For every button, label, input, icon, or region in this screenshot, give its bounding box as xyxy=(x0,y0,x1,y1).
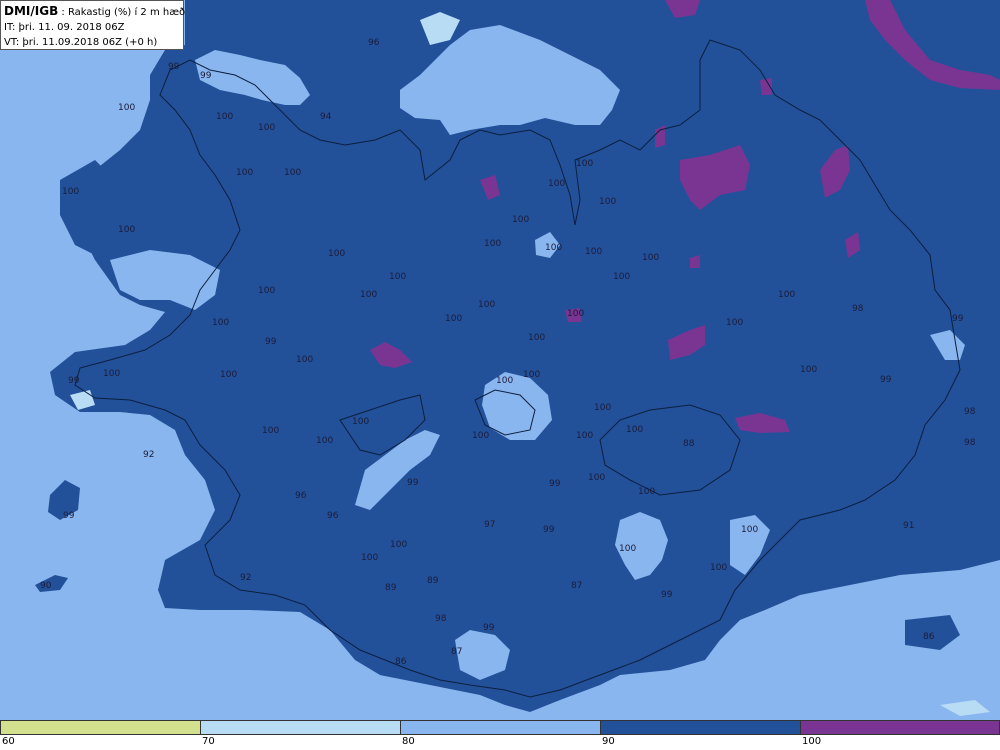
value-label: 100 xyxy=(296,355,313,365)
value-label: 100 xyxy=(594,403,611,413)
value-label: 100 xyxy=(118,103,135,113)
value-label: 100 xyxy=(778,290,795,300)
legend-bin-60-70 xyxy=(0,720,201,735)
value-label: 100 xyxy=(62,187,79,197)
value-label: 100 xyxy=(236,168,253,178)
value-label: 88 xyxy=(683,439,695,449)
legend-bin-100 xyxy=(800,720,1000,735)
value-label: 100 xyxy=(390,540,407,550)
value-label: 100 xyxy=(548,179,565,189)
value-label: 100 xyxy=(316,436,333,446)
value-label: 100 xyxy=(220,370,237,380)
value-label: 100 xyxy=(567,309,584,319)
value-label: 89 xyxy=(427,576,439,586)
value-label: 100 xyxy=(103,369,120,379)
value-label: 86 xyxy=(923,632,935,642)
value-label: 100 xyxy=(484,239,501,249)
value-label: 100 xyxy=(523,370,540,380)
map-info-box: DMI/IGB : Rakastig (%) í 2 m hæð IT: þri… xyxy=(0,0,186,50)
value-label: 96 xyxy=(295,491,307,501)
value-label: 99 xyxy=(880,375,892,385)
value-label: 97 xyxy=(484,520,495,530)
value-label: 92 xyxy=(143,450,154,460)
value-label: 99 xyxy=(68,376,80,386)
value-label: 87 xyxy=(451,647,462,657)
value-label: 100 xyxy=(619,544,636,554)
value-label: 100 xyxy=(512,215,529,225)
value-label: 100 xyxy=(638,487,655,497)
value-label: 100 xyxy=(478,300,495,310)
value-label: 90 xyxy=(40,581,52,591)
value-label: 100 xyxy=(613,272,630,282)
legend-tick: 90 xyxy=(602,736,615,747)
value-label: 99 xyxy=(952,314,964,324)
value-label: 99 xyxy=(407,478,419,488)
humidity-map: 96 99 99 100 100 94 100 100 100 100 100 … xyxy=(0,0,1000,720)
value-label: 100 xyxy=(389,272,406,282)
value-label: 100 xyxy=(741,525,758,535)
value-label: 98 xyxy=(964,407,976,417)
value-label: 100 xyxy=(496,376,513,386)
value-label: 99 xyxy=(200,71,212,81)
value-label: 100 xyxy=(710,563,727,573)
value-label: 100 xyxy=(118,225,135,235)
value-label: 98 xyxy=(435,614,447,624)
value-label: 100 xyxy=(545,243,562,253)
value-label: 100 xyxy=(472,431,489,441)
parameter-label: : Rakastig (%) í 2 m hæð xyxy=(61,7,186,18)
value-label: 100 xyxy=(599,197,616,207)
value-label: 94 xyxy=(320,112,332,122)
value-label: 100 xyxy=(212,318,229,328)
value-label: 86 xyxy=(395,657,407,667)
value-label: 99 xyxy=(543,525,555,535)
value-label: 99 xyxy=(549,479,561,489)
value-label: 87 xyxy=(571,581,582,591)
value-label: 100 xyxy=(726,318,743,328)
value-label: 100 xyxy=(361,553,378,563)
valid-time-label: VT: þri. 11.09.2018 06Z (+0 h) xyxy=(4,37,158,48)
value-label: 100 xyxy=(445,314,462,324)
value-label: 100 xyxy=(576,159,593,169)
legend-tick: 80 xyxy=(402,736,415,747)
value-label: 100 xyxy=(352,417,369,427)
value-label: 99 xyxy=(483,623,495,633)
value-label: 99 xyxy=(63,511,75,521)
value-label: 100 xyxy=(258,286,275,296)
value-label: 98 xyxy=(852,304,864,314)
legend-bin-80-90 xyxy=(400,720,601,735)
value-label: 100 xyxy=(626,425,643,435)
legend-bin-90-100 xyxy=(600,720,801,735)
value-label: 91 xyxy=(903,521,914,531)
value-label: 100 xyxy=(642,253,659,263)
value-label: 100 xyxy=(360,290,377,300)
legend-bin-70-80 xyxy=(200,720,401,735)
value-label: 96 xyxy=(327,511,339,521)
legend-tick: 100 xyxy=(802,736,822,747)
source-label: DMI/IGB xyxy=(4,4,59,18)
value-label: 98 xyxy=(964,438,976,448)
value-label: 100 xyxy=(328,249,345,259)
value-label: 100 xyxy=(528,333,545,343)
value-label: 100 xyxy=(284,168,301,178)
value-label: 100 xyxy=(262,426,279,436)
value-label: 100 xyxy=(216,112,233,122)
value-label: 99 xyxy=(168,62,180,72)
value-label: 100 xyxy=(585,247,602,257)
value-label: 89 xyxy=(385,583,397,593)
value-label: 96 xyxy=(368,38,380,48)
value-label: 99 xyxy=(265,337,277,347)
value-label: 100 xyxy=(258,123,275,133)
color-legend: 60 70 80 90 100 xyxy=(0,720,1000,750)
value-label: 100 xyxy=(576,431,593,441)
value-label: 99 xyxy=(661,590,673,600)
value-label: 100 xyxy=(800,365,817,375)
value-label: 100 xyxy=(588,473,605,483)
issue-time-label: IT: þri. 11. 09. 2018 06Z xyxy=(4,22,125,33)
value-label: 92 xyxy=(240,573,251,583)
legend-tick: 70 xyxy=(202,736,215,747)
legend-tick: 60 xyxy=(2,736,15,747)
